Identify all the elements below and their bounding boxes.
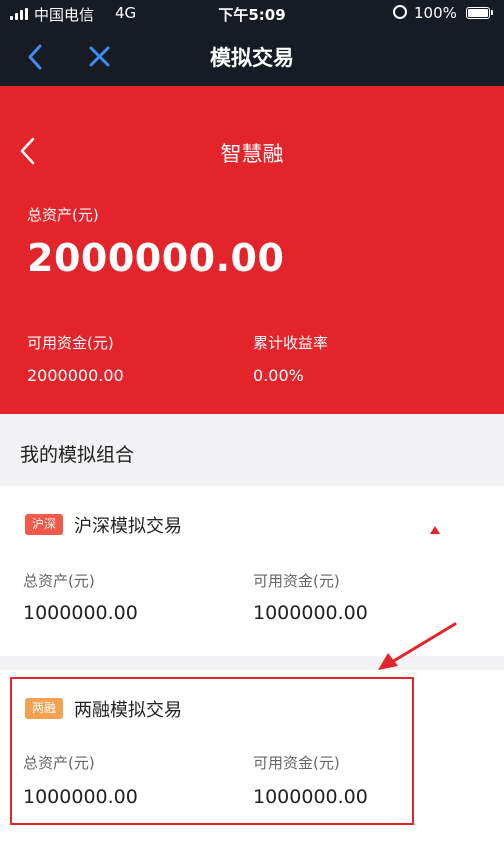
battery-icon bbox=[466, 7, 490, 19]
total-assets-value: 2000000.00 bbox=[27, 236, 285, 280]
portfolio-total-assets-label: 总资产(元) bbox=[23, 572, 95, 590]
page-title: 模拟交易 bbox=[210, 46, 294, 70]
available-funds-label: 可用资金(元) bbox=[27, 334, 114, 352]
cumulative-return-label: 累计收益率 bbox=[253, 334, 329, 352]
total-assets-label: 总资产(元) bbox=[27, 206, 99, 224]
battery-tip bbox=[491, 10, 493, 15]
section-title: 我的模拟组合 bbox=[20, 444, 135, 466]
nav-bar: 模拟交易 bbox=[0, 28, 504, 86]
portfolio-badge: 沪深 bbox=[25, 514, 63, 535]
header-title: 智慧融 bbox=[220, 142, 284, 166]
battery-percent: 100% bbox=[414, 4, 457, 22]
collapse-triangle-icon[interactable] bbox=[430, 526, 440, 534]
available-funds-value: 2000000.00 bbox=[27, 366, 124, 385]
highlight-box bbox=[10, 677, 414, 825]
cumulative-return-value: 0.00% bbox=[253, 366, 304, 385]
annotation-arrow-icon bbox=[378, 622, 457, 670]
account-summary-header: 智慧融 总资产(元) 2000000.00 可用资金(元) 2000000.00… bbox=[0, 86, 504, 414]
portfolio-available-funds-label: 可用资金(元) bbox=[253, 572, 340, 590]
portfolio-name: 沪深模拟交易 bbox=[74, 516, 182, 537]
status-bar: 中国电信 4G 下午5:09 100% bbox=[0, 0, 504, 28]
portfolio-total-assets-value: 1000000.00 bbox=[23, 602, 138, 624]
portfolio-available-funds-value: 1000000.00 bbox=[253, 602, 368, 624]
orientation-lock-icon bbox=[393, 5, 407, 19]
